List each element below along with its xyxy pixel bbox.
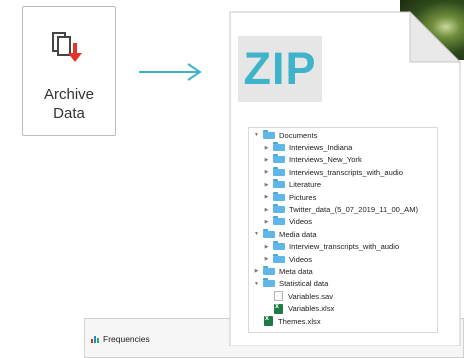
tree-folder-row[interactable]: ▶ Videos [249,216,437,228]
excel-file-icon [264,315,273,327]
tree-item-label: Media data [279,229,317,239]
tree-item-label: Interviews_transcripts_with_audio [289,167,403,177]
tree-folder-row[interactable]: ▶ Twitter_data_(5_07_2019_11_00_AM) [249,203,437,215]
tree-item-label: Interviews_New_York [289,155,362,165]
right-arrow-icon [139,63,202,81]
tree-folder-row[interactable]: ▶ Meta data [249,265,437,277]
tree-file-row[interactable]: Variables.sav [249,290,437,302]
tree-item-label: Interview_transcripts_with_audio [289,242,400,252]
disclosure-collapsed-icon[interactable]: ▶ [263,219,270,225]
archive-data-label: Archive Data [43,86,95,122]
tree-item-label: Pictures [289,192,317,202]
disclosure-collapsed-icon[interactable]: ▶ [263,182,270,188]
tree-item-label: Themes.xlsx [278,316,321,326]
tree-item-label: Literature [289,180,322,190]
tree-folder-row[interactable]: ▶ Interviews_transcripts_with_audio [249,166,437,178]
folder-icon [273,166,285,176]
excel-file-icon [274,303,283,314]
tree-folder-row[interactable]: ▶ Literature [249,179,437,191]
folder-icon [273,154,285,164]
archive-data-button[interactable]: Archive Data [22,6,116,136]
disclosure-collapsed-icon[interactable]: ▶ [263,194,270,200]
folder-icon [263,278,275,288]
tree-folder-row[interactable]: ▶ Interviews_New_York [249,154,437,166]
disclosure-expanded-icon[interactable]: ▼ [253,132,260,138]
tree-folder-row[interactable]: ▼ Statistical data [249,278,437,290]
tree-folder-row[interactable]: ▶ Interview_transcripts_with_audio [249,241,437,253]
folder-icon [273,179,285,189]
disclosure-collapsed-icon[interactable]: ▶ [253,268,260,274]
folder-icon [273,216,285,226]
tree-item-label: Documents [279,130,318,140]
folder-icon [263,265,275,275]
tree-item-label: Interviews_Indiana [289,143,353,153]
tree-item-label: Videos [289,217,313,227]
disclosure-collapsed-icon[interactable]: ▶ [263,207,270,213]
folder-icon [273,142,285,152]
tree-item-label: Twitter_data_(5_07_2019_11_00_AM) [289,205,419,215]
tree-item-label: Meta data [279,266,313,276]
zip-contents-tree: ▼ Documents ▶ Interviews_Indiana ▶ Interviews… [248,127,438,333]
folder-icon [273,191,285,201]
archive-down-arrow-icon [52,32,82,62]
document-file-icon [274,291,283,302]
tree-folder-row[interactable]: ▼ Documents [249,129,437,141]
tree-file-row[interactable]: Themes.xlsx [249,315,437,327]
tree-item-label: Videos [289,254,313,264]
folder-icon [273,241,285,251]
disclosure-expanded-icon[interactable]: ▼ [253,281,260,287]
folder-icon [273,253,285,263]
zip-label: ZIP [238,36,322,102]
tree-item-label: Statistical data [279,279,329,289]
folder-icon [263,129,275,139]
tree-file-row[interactable]: Variables.xlsx [249,302,437,314]
disclosure-collapsed-icon[interactable]: ▶ [263,256,270,262]
tree-folder-row[interactable]: ▶ Videos [249,253,437,265]
disclosure-expanded-icon[interactable]: ▼ [253,231,260,237]
disclosure-collapsed-icon[interactable]: ▶ [263,244,270,250]
tree-item-label: Variables.xlsx [288,304,335,314]
tree-folder-row[interactable]: ▼ Media data [249,228,437,240]
folder-icon [263,228,275,238]
folder-icon [273,204,285,214]
disclosure-collapsed-icon[interactable]: ▶ [263,145,270,151]
disclosure-collapsed-icon[interactable]: ▶ [263,169,270,175]
tree-item-label: Variables.sav [288,291,334,301]
tree-folder-row[interactable]: ▶ Interviews_Indiana [249,141,437,153]
disclosure-collapsed-icon[interactable]: ▶ [263,157,270,163]
tree-folder-row[interactable]: ▶ Pictures [249,191,437,203]
